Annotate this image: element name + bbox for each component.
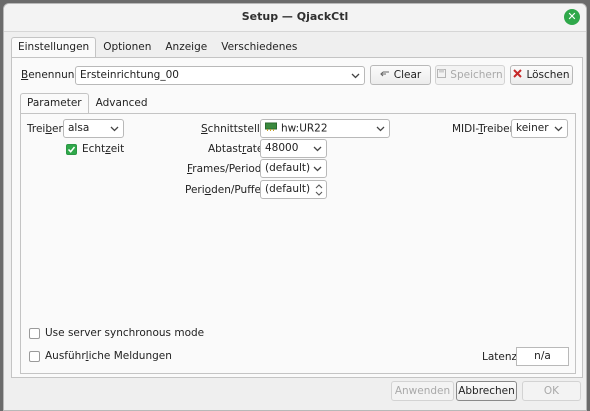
verbose-label: Ausführliche Meldungen [45, 350, 172, 362]
spin-arrows-icon[interactable] [314, 181, 324, 198]
save-button[interactable]: Speichern [435, 65, 505, 85]
clear-arrow-icon [379, 69, 390, 81]
apply-label: Anwenden [394, 385, 451, 397]
chevron-down-icon [308, 140, 326, 157]
periods-value: (default) [265, 183, 311, 195]
chevron-down-icon [308, 160, 326, 177]
driver-value: alsa [68, 122, 90, 134]
preset-combo[interactable]: Ersteinrichtung_00 [75, 66, 365, 85]
window-title: Setup — QjackCtl [241, 10, 349, 23]
tab-anzeige[interactable]: Anzeige [158, 37, 214, 57]
frames-value: (default) [265, 162, 311, 174]
sub-tab-bar: Parameter Advanced [20, 93, 155, 113]
chevron-down-icon [105, 120, 123, 137]
sound-card-icon [265, 120, 277, 137]
sync-mode-label: Use server synchronous mode [45, 327, 205, 339]
latency-label: Latenz: [482, 351, 521, 363]
frames-label: Frames/Periode: [187, 163, 272, 175]
setup-window: Setup — QjackCtl ✕ Einstellungen Optione… [3, 3, 587, 411]
delete-button[interactable]: Löschen [510, 65, 573, 85]
delete-label: Löschen [526, 69, 570, 81]
title-bar: Setup — QjackCtl ✕ [4, 4, 586, 32]
tab-verschiedenes[interactable]: Verschiedenes [214, 37, 304, 57]
driver-combo[interactable]: alsa [63, 119, 124, 138]
chevron-down-icon [549, 120, 567, 137]
cancel-label: Abbrechen [458, 385, 515, 397]
tab-einstellungen[interactable]: Einstellungen [11, 37, 97, 57]
interface-combo[interactable]: hw:UR22 [260, 119, 390, 138]
cancel-button[interactable]: Abbrechen [456, 381, 517, 401]
latency-value: n/a [516, 347, 569, 366]
tab-advanced[interactable]: Advanced [89, 93, 155, 113]
ok-button[interactable]: OK [522, 381, 581, 401]
apply-button[interactable]: Anwenden [391, 381, 454, 401]
samplerate-combo[interactable]: 48000 [260, 139, 327, 158]
periods-label: Perioden/Puffer: [185, 184, 269, 196]
samplerate-value: 48000 [265, 142, 299, 154]
verbose-checkbox[interactable] [29, 351, 40, 362]
save-icon [437, 69, 447, 81]
periods-spinbox[interactable]: (default) [260, 180, 327, 199]
realtime-checkbox[interactable] [66, 144, 77, 155]
tab-optionen[interactable]: Optionen [96, 37, 158, 57]
driver-label: Treiber: [27, 123, 67, 135]
samplerate-label: Abtastrate: [208, 143, 267, 155]
frames-combo[interactable]: (default) [260, 159, 327, 178]
preset-value: Ersteinrichtung_00 [80, 69, 179, 81]
realtime-label: Echtzeit [82, 143, 125, 155]
clear-label: Clear [393, 69, 422, 81]
midi-driver-label: MIDI-Treiber: [452, 123, 518, 135]
tab-parameter[interactable]: Parameter [20, 93, 89, 113]
ok-label: OK [543, 385, 560, 397]
midi-driver-value: keiner [516, 122, 549, 134]
save-label: Speichern [450, 69, 503, 81]
close-icon[interactable]: ✕ [564, 9, 580, 25]
delete-x-icon [513, 69, 523, 81]
midi-driver-combo[interactable]: keiner [511, 119, 568, 138]
interface-value: hw:UR22 [281, 122, 328, 135]
chevron-down-icon [371, 120, 389, 137]
main-tab-bar: Einstellungen Optionen Anzeige Verschied… [11, 37, 304, 57]
sync-mode-checkbox[interactable] [29, 328, 40, 339]
clear-button[interactable]: Clear [370, 65, 431, 85]
chevron-down-icon [346, 67, 364, 84]
